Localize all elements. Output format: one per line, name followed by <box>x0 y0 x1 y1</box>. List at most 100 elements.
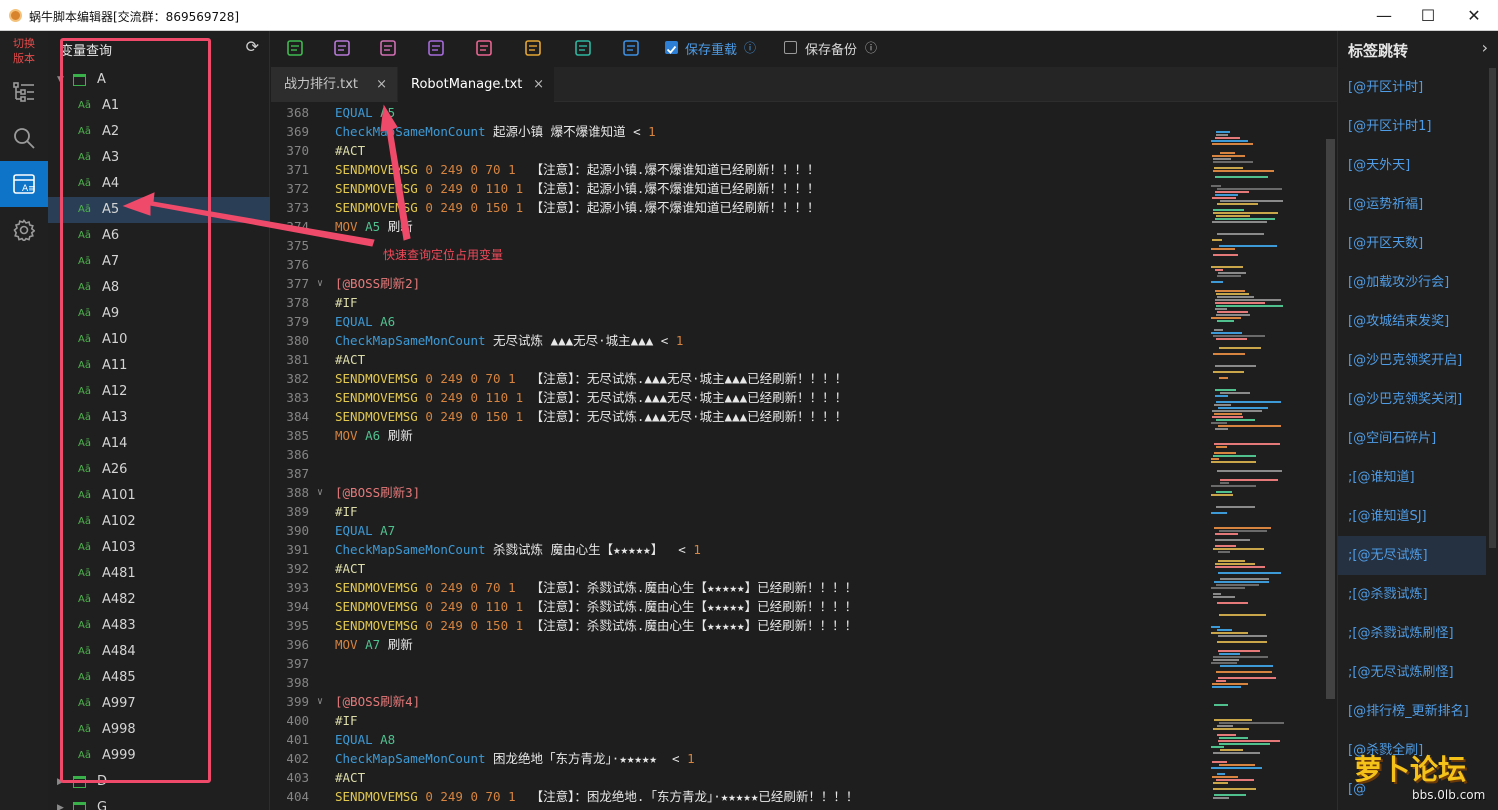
search-icon[interactable] <box>0 115 48 161</box>
close-icon[interactable]: × <box>376 67 387 102</box>
variable-item[interactable]: Aā A998 <box>48 717 270 743</box>
variable-label: A481 <box>102 566 136 581</box>
variable-item[interactable]: Aā A1 <box>48 93 270 119</box>
chevron-right-icon[interactable]: ▶ <box>57 795 64 810</box>
tree-group[interactable]: ▼ A <box>48 67 270 93</box>
save-icon[interactable] <box>285 39 305 59</box>
variable-item[interactable]: Aā A103 <box>48 535 270 561</box>
minimap-line <box>1213 797 1229 799</box>
editor-scrollbar[interactable] <box>1324 103 1337 810</box>
tree-group[interactable]: ▶ G <box>48 795 270 810</box>
bookmark-item[interactable]: ;[@谁知道] <box>1338 458 1486 497</box>
upload-cloud-icon[interactable] <box>573 39 593 59</box>
save-reload-label[interactable]: 保存重载 <box>685 39 737 58</box>
chevron-down-icon[interactable]: ▼ <box>57 67 64 93</box>
close-icon[interactable]: × <box>533 67 544 102</box>
variable-item[interactable]: Aā A3 <box>48 145 270 171</box>
tree-list-icon[interactable] <box>0 69 48 115</box>
chevron-right-icon[interactable]: › <box>1482 38 1488 57</box>
variable-label: A6 <box>102 228 120 243</box>
bookmark-item[interactable]: [@开区计时] <box>1338 68 1486 107</box>
switch-version-button[interactable]: 切换 版本 <box>5 36 43 66</box>
bookmark-item[interactable]: ;[@杀戮试炼刷怪] <box>1338 614 1486 653</box>
bookmark-scrollbar[interactable] <box>1489 68 1496 548</box>
bookmark-item[interactable]: [@沙巴克领奖开启] <box>1338 341 1486 380</box>
variable-item[interactable]: Aā A999 <box>48 743 270 769</box>
bookmark-item[interactable]: [@加载攻沙行会] <box>1338 263 1486 302</box>
code-token: 刷新 <box>387 219 413 234</box>
variable-item[interactable]: Aā A5 <box>48 197 270 223</box>
bookmark-item[interactable]: ;[@杀戮试炼] <box>1338 575 1486 614</box>
variable-item[interactable]: Aā A102 <box>48 509 270 535</box>
code-token: MOV <box>335 428 366 443</box>
minimize-button[interactable]: — <box>1362 0 1406 31</box>
variable-item[interactable]: Aā A9 <box>48 301 270 327</box>
bookmark-item[interactable]: ;[@无尽试炼刷怪] <box>1338 653 1486 692</box>
variable-item[interactable]: Aā A997 <box>48 691 270 717</box>
bookmark-item[interactable]: [@天外天] <box>1338 146 1486 185</box>
variable-item[interactable]: Aā A484 <box>48 639 270 665</box>
fold-chevron-icon[interactable]: ∨ <box>317 274 323 293</box>
variable-item[interactable]: Aā A481 <box>48 561 270 587</box>
qr-icon[interactable] <box>523 39 543 59</box>
gear-icon[interactable] <box>0 207 48 253</box>
clear-doc-icon[interactable] <box>378 39 398 59</box>
help-icon[interactable]: ⓘ <box>865 39 877 56</box>
line-number: 401 <box>286 732 309 747</box>
minimap[interactable] <box>1209 103 1324 810</box>
bookmark-item[interactable]: [@开区天数] <box>1338 224 1486 263</box>
help-icon[interactable]: ⓘ <box>744 39 756 56</box>
find-icon[interactable] <box>426 39 446 59</box>
close-button[interactable]: ✕ <box>1452 0 1496 31</box>
variable-item[interactable]: Aā A13 <box>48 405 270 431</box>
variable-item[interactable]: Aā A26 <box>48 457 270 483</box>
code-line: 371 SENDMOVEMSG 0 249 0 70 1 【注意】：起源小镇.爆不… <box>271 160 1211 179</box>
variable-item[interactable]: Aā A2 <box>48 119 270 145</box>
bookmark-item[interactable]: ;[@谁知道SJ] <box>1338 497 1486 536</box>
save-backup-checkbox[interactable] <box>784 41 797 54</box>
edit-doc-icon[interactable] <box>332 39 352 59</box>
variable-item[interactable]: Aā A7 <box>48 249 270 275</box>
variable-item[interactable]: Aā A101 <box>48 483 270 509</box>
bookmark-item[interactable]: [@空间石碎片] <box>1338 419 1486 458</box>
variable-item[interactable]: Aā A482 <box>48 587 270 613</box>
folder-open-icon[interactable] <box>621 39 641 59</box>
variable-item[interactable]: Aā A14 <box>48 431 270 457</box>
tree-group[interactable]: ▶ D <box>48 769 270 795</box>
line-text: MOV A6 刷新 <box>335 426 413 445</box>
variable-item[interactable]: Aā A10 <box>48 327 270 353</box>
bookmark-item[interactable]: [@开区计时1] <box>1338 107 1486 146</box>
scrollbar-thumb[interactable] <box>1326 139 1335 699</box>
save-reload-checkbox[interactable] <box>665 41 678 54</box>
tab-zhanli[interactable]: 战力排行.txt × <box>271 67 397 102</box>
group-icon <box>73 776 86 788</box>
bookmark-item[interactable]: [@排行榜_更新排名] <box>1338 692 1486 731</box>
minimap-line <box>1212 197 1236 199</box>
minimap-line <box>1217 641 1267 643</box>
fold-chevron-icon[interactable]: ∨ <box>317 483 323 502</box>
line-text: SENDMOVEMSG 0 249 0 110 1 【注意】：杀戮试炼.魔由心生… <box>335 597 857 616</box>
replace-icon[interactable] <box>474 39 494 59</box>
code-view[interactable]: 368 EQUAL A5 369 CheckMapSameMonCount 起源小镇 … <box>271 103 1211 810</box>
variable-label: A14 <box>102 436 128 451</box>
fold-chevron-icon[interactable]: ∨ <box>317 692 323 711</box>
variable-item[interactable]: Aā A4 <box>48 171 270 197</box>
line-text: EQUAL A8 <box>335 730 395 749</box>
variable-icon[interactable]: A≡ <box>0 161 48 207</box>
variable-item[interactable]: Aā A485 <box>48 665 270 691</box>
bookmark-item[interactable]: [@攻城结束发奖] <box>1338 302 1486 341</box>
variable-item[interactable]: Aā A11 <box>48 353 270 379</box>
bookmark-item[interactable]: [@沙巴克领奖关闭] <box>1338 380 1486 419</box>
maximize-button[interactable]: ☐ <box>1406 0 1450 31</box>
bookmark-item[interactable]: ;[@无尽试炼] <box>1338 536 1486 575</box>
variable-item[interactable]: Aā A483 <box>48 613 270 639</box>
variable-item[interactable]: Aā A6 <box>48 223 270 249</box>
tab-robotmanage[interactable]: RobotManage.txt × <box>398 67 554 102</box>
variable-item[interactable]: Aā A12 <box>48 379 270 405</box>
save-backup-label[interactable]: 保存备份 <box>805 39 857 58</box>
bookmark-item[interactable]: [@运势祈福] <box>1338 185 1486 224</box>
refresh-icon[interactable]: ⟳ <box>246 37 259 56</box>
line-text: CheckMapSameMonCount 起源小镇 爆不爆谁知道 < 1 <box>335 122 656 141</box>
chevron-right-icon[interactable]: ▶ <box>57 769 64 795</box>
variable-item[interactable]: Aā A8 <box>48 275 270 301</box>
